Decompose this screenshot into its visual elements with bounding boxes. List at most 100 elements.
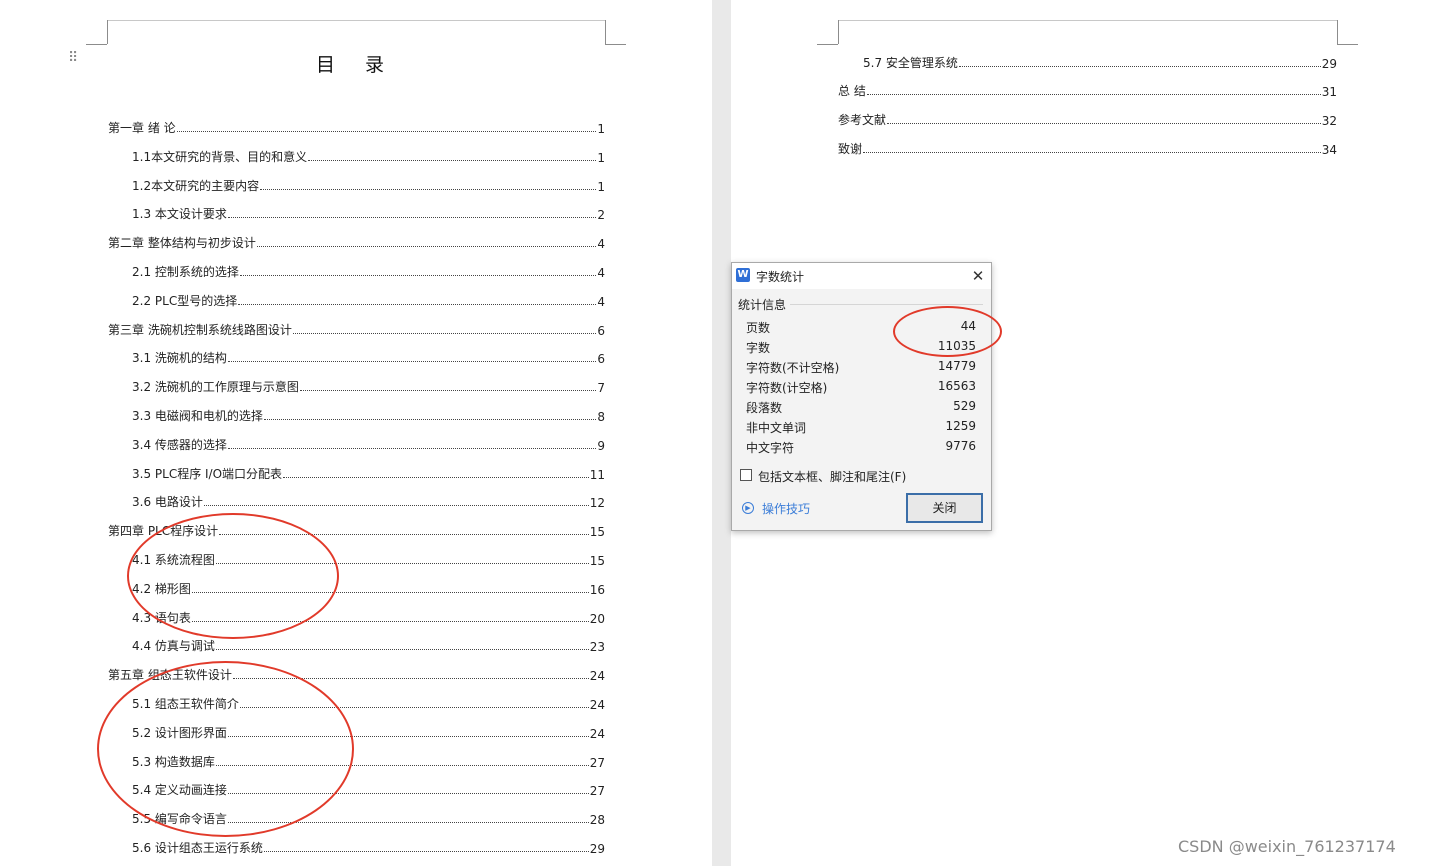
toc-entry[interactable]: 5.1 组态王软件简介 24 (132, 694, 605, 712)
toc-entry[interactable]: 第三章 洗碗机控制系统线路图设计 6 (108, 320, 605, 338)
toc-page-number: 27 (589, 756, 605, 770)
toc-page-number: 1 (597, 151, 605, 165)
corner-mark (1337, 44, 1358, 45)
toc-entry[interactable]: 致谢 34 (838, 139, 1337, 157)
toc-entry[interactable]: 2.2 PLC型号的选择 4 (132, 291, 605, 309)
stat-value: 529 (953, 399, 976, 413)
close-button[interactable]: 关闭 (906, 493, 983, 523)
toc-page-number: 7 (597, 381, 605, 395)
toc-entry-text: 致谢 (838, 142, 863, 156)
toc-entry-text: 2.1 控制系统的选择 (132, 265, 239, 279)
toc-entry[interactable]: 3.6 电路设计 12 (132, 492, 605, 510)
toc-entry[interactable]: 5.4 定义动画连接 27 (132, 780, 605, 798)
toc-leader-dots (260, 188, 597, 190)
toc-leader-dots (263, 418, 597, 420)
stat-row: 段落数 529 (746, 399, 976, 417)
toc-entry[interactable]: 3.5 PLC程序 I/O端口分配表 11 (132, 464, 605, 482)
toc-entry[interactable]: 1.2本文研究的主要内容 1 (132, 176, 605, 194)
toc-page-number: 27 (589, 784, 605, 798)
toc-page-number: 24 (589, 698, 605, 712)
toc-leader-dots (863, 151, 1321, 153)
tips-link[interactable]: 操作技巧 (762, 500, 810, 517)
toc-leader-dots (283, 476, 589, 478)
toc-entry-text: 参考文献 (838, 113, 887, 127)
toc-page-number: 11 (589, 468, 605, 482)
watermark: CSDN @weixin_761237174 (1178, 837, 1396, 856)
toc-entry[interactable]: 参考文献 32 (838, 110, 1337, 128)
corner-mark (817, 44, 838, 45)
toc-leader-dots (308, 159, 597, 161)
stat-label: 中文字符 (746, 441, 795, 455)
toc-entry[interactable]: 5.6 设计组态王运行系统 29 (132, 838, 605, 856)
toc-page-number: 4 (597, 266, 605, 280)
toc-entry-text: 1.3 本文设计要求 (132, 207, 227, 221)
wps-writer-icon: W (736, 268, 750, 282)
toc-page-number: 4 (597, 295, 605, 309)
toc-entry[interactable]: 4.3 语句表 20 (132, 608, 605, 626)
toc-entry[interactable]: 3.4 传感器的选择 9 (132, 435, 605, 453)
toc-entry[interactable]: 2.1 控制系统的选择 4 (132, 262, 605, 280)
header-line (108, 20, 605, 21)
toc-entry[interactable]: 第二章 整体结构与初步设计 4 (108, 233, 605, 251)
stat-row: 字符数(不计空格) 14779 (746, 359, 976, 377)
toc-entry[interactable]: 1.3 本文设计要求 2 (132, 204, 605, 222)
toc-leader-dots (239, 274, 597, 276)
toc-entry[interactable]: 第一章 绪 论 1 (108, 118, 605, 136)
toc-entry[interactable]: 5.3 构造数据库 27 (132, 752, 605, 770)
toc-entry-text: 1.1本文研究的背景、目的和意义 (132, 150, 308, 164)
close-icon[interactable]: ✕ (968, 266, 988, 286)
toc-entry[interactable]: 第四章 PLC程序设计 15 (108, 521, 605, 539)
toc-entry[interactable]: 4.1 系统流程图 15 (132, 550, 605, 568)
toc-page-number: 6 (597, 324, 605, 338)
toc-leader-dots (191, 620, 589, 622)
stat-value: 44 (960, 319, 976, 333)
toc-page-number: 9 (597, 439, 605, 453)
stat-label: 字符数(计空格) (746, 381, 828, 395)
toc-leader-dots (227, 216, 597, 218)
toc-entry-text: 5.2 设计图形界面 (132, 726, 227, 740)
header-line (839, 20, 1337, 21)
tips-play-icon[interactable]: ▶ (742, 502, 754, 514)
toc-page-number: 34 (1321, 143, 1337, 157)
toc-leader-dots (227, 360, 597, 362)
corner-mark (86, 44, 107, 45)
toc-entry-text: 第五章 组态王软件设计 (108, 668, 232, 682)
toc-leader-dots (239, 706, 589, 708)
toc-leader-dots (191, 591, 589, 593)
toc-leader-dots (227, 735, 589, 737)
toc-entry[interactable]: 4.4 仿真与调试 23 (132, 636, 605, 654)
toc-page-number: 31 (1321, 85, 1337, 99)
toc-page-number: 20 (589, 612, 605, 626)
stat-label: 段落数 (746, 401, 783, 415)
toc-entry-text: 3.2 洗碗机的工作原理与示意图 (132, 380, 299, 394)
toc-page-number: 16 (589, 583, 605, 597)
stat-row: 字数 11035 (746, 339, 976, 357)
toc-entry[interactable]: 5.7 安全管理系统 29 (863, 53, 1337, 71)
include-textboxes-checkbox[interactable] (740, 469, 752, 481)
word-count-dialog[interactable]: W 字数统计 ✕ 统计信息 页数 44 字数 11035 字符数(不计空格) 14779 字… (731, 262, 1002, 531)
toc-entry[interactable]: 5.5 编写命令语言 28 (132, 809, 605, 827)
toc-entry[interactable]: 1.1本文研究的背景、目的和意义 1 (132, 147, 605, 165)
stat-row: 非中文单词 1259 (746, 419, 976, 437)
toc-entry-text: 3.1 洗碗机的结构 (132, 351, 227, 365)
corner-mark (107, 20, 108, 44)
toc-leader-dots (292, 332, 597, 334)
dialog-title: 字数统计 (756, 270, 805, 284)
toc-entry[interactable]: 3.2 洗碗机的工作原理与示意图 7 (132, 377, 605, 395)
toc-entry[interactable]: 总 结 31 (838, 81, 1337, 99)
toc-entry-text: 5.4 定义动画连接 (132, 783, 227, 797)
toc-entry-text: 4.3 语句表 (132, 611, 191, 625)
toc-entry[interactable]: 5.2 设计图形界面 24 (132, 723, 605, 741)
toc-leader-dots (958, 65, 1321, 67)
toc-entry-text: 第三章 洗碗机控制系统线路图设计 (108, 323, 292, 337)
toc-page-number: 15 (589, 525, 605, 539)
toc-entry[interactable]: 第五章 组态王软件设计 24 (108, 665, 605, 683)
toc-entry[interactable]: 4.2 梯形图 16 (132, 579, 605, 597)
toc-leader-dots (227, 792, 589, 794)
toc-entry[interactable]: 3.1 洗碗机的结构 6 (132, 348, 605, 366)
toc-page-number: 24 (589, 727, 605, 741)
toc-entry[interactable]: 3.3 电磁阀和电机的选择 8 (132, 406, 605, 424)
dialog-titlebar[interactable]: W 字数统计 ✕ (732, 263, 991, 289)
include-textboxes-label[interactable]: 包括文本框、脚注和尾注(F) (758, 468, 906, 485)
document-page-left: ⠿ 目 录 第一章 绪 论 1 1.1本文研究的背景、目的和意义 1 1.2本文研究的主… (0, 0, 712, 866)
